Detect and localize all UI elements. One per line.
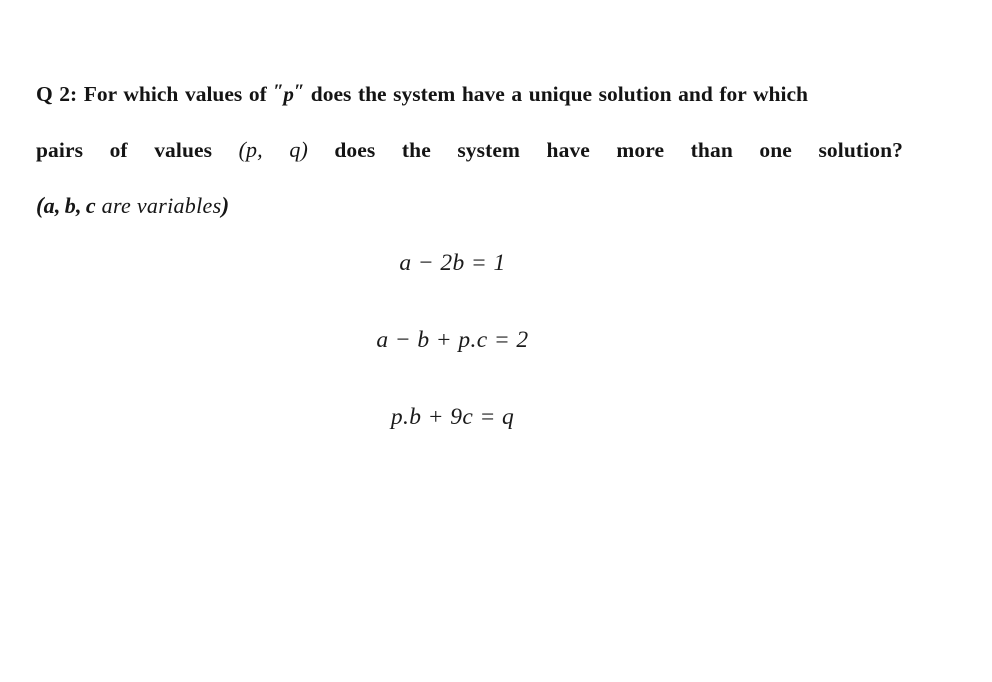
equation-1: a − 2b = 1 [399,250,506,276]
word-does: does [334,138,376,163]
question-label: Q 2: [36,82,78,107]
word-one: one [759,138,792,163]
open-double-prime-icon: ″ [273,81,284,102]
word-the: the [401,138,431,163]
variables-note: (a, b, c are variables) [36,178,868,234]
word-values: values [154,138,213,163]
close-double-prime-icon: ″ [294,81,305,102]
comma-separator-2: , [75,193,86,219]
question-line-2: pairs of values (p, q) does the system h… [36,122,903,178]
document-page: Q 2: For which values of ″p″ does the sy… [0,0,992,682]
word-system: system [457,138,521,163]
variable-c: c [85,193,96,219]
equation-3: p.b + 9c = q [390,404,515,430]
close-paren: ) [221,193,230,219]
word-more: more [616,138,665,163]
equation-list: a − 2b = 1 a − b + p.c = 2 p.b + 9c = q [0,243,905,474]
open-paren: ( [36,193,44,219]
question-line-1-tail: does the system have a unique solution a… [310,82,808,107]
variables-note-words: are variables [95,193,222,219]
parameter-pair-pq: (p, q) [238,137,308,163]
equation-2: a − b + p.c = 2 [376,327,529,353]
word-have: have [546,138,590,163]
question-text-block: Q 2: For which values of ″p″ does the sy… [36,64,903,234]
question-line-1: Q 2: For which values of ″p″ does the sy… [36,64,868,122]
word-of: of [109,138,128,163]
variable-a: a [43,193,55,219]
comma-separator-1: , [54,193,65,219]
word-pairs: pairs [36,138,84,163]
variable-p-inline: p [283,82,295,107]
question-line-1-lead: For which values of [83,82,267,107]
word-solution: solution? [818,138,903,163]
variable-b: b [64,193,76,219]
word-than: than [690,138,733,163]
